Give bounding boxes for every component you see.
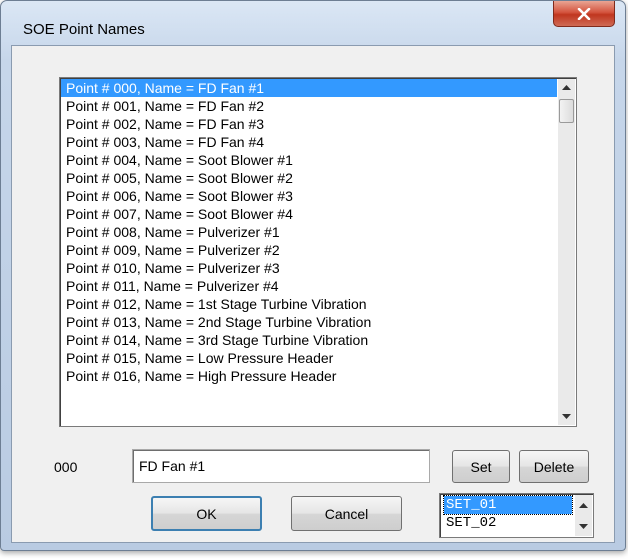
point-list-item[interactable]: Point # 012, Name = 1st Stage Turbine Vi… [61,295,557,313]
point-list-item[interactable]: Point # 005, Name = Soot Blower #2 [61,169,557,187]
set-list-item[interactable]: SET_01 [443,495,573,515]
point-name-input[interactable] [132,449,430,483]
point-list-item[interactable]: Point # 009, Name = Pulverizer #2 [61,241,557,259]
point-list-item[interactable]: Point # 011, Name = Pulverizer #4 [61,277,557,295]
point-list-item[interactable]: Point # 015, Name = Low Pressure Header [61,349,557,367]
delete-button[interactable]: Delete [519,450,589,483]
point-list-item[interactable]: Point # 006, Name = Soot Blower #3 [61,187,557,205]
sets-listbox[interactable]: SET_01 SET_02 [439,493,594,538]
window-title: SOE Point Names [23,21,145,38]
set-button[interactable]: Set [452,450,510,483]
scroll-down-arrow-icon [562,414,571,419]
points-scrollbar[interactable] [558,79,575,425]
points-listbox[interactable]: Point # 000, Name = FD Fan #1 Point # 001… [59,77,577,427]
point-list-item[interactable]: Point # 000, Name = FD Fan #1 [61,79,557,97]
sets-up-arrow-icon [579,502,588,508]
point-list-item[interactable]: Point # 007, Name = Soot Blower #4 [61,205,557,223]
point-list-item[interactable]: Point # 008, Name = Pulverizer #1 [61,223,557,241]
sets-scrollbar[interactable] [575,495,592,536]
sets-list-items: SET_01 SET_02 [443,495,573,532]
scroll-thumb[interactable] [559,99,574,123]
scroll-down-button[interactable] [558,408,575,425]
ok-button[interactable]: OK [151,496,262,531]
sets-scroll-down-button[interactable] [575,516,592,536]
point-index-label: 000 [54,459,78,475]
close-button[interactable] [553,1,615,27]
point-list-item[interactable]: Point # 003, Name = FD Fan #4 [61,133,557,151]
sets-scroll-up-button[interactable] [575,495,592,515]
cancel-button[interactable]: Cancel [291,496,402,531]
point-list-item[interactable]: Point # 001, Name = FD Fan #2 [61,97,557,115]
point-list-item[interactable]: Point # 002, Name = FD Fan #3 [61,115,557,133]
point-list-item[interactable]: Point # 014, Name = 3rd Stage Turbine Vi… [61,331,557,349]
title-bar[interactable]: SOE Point Names [1,1,625,45]
sets-down-arrow-icon [579,523,588,529]
soe-point-names-dialog: SOE Point Names Point # 000, Name = FD F… [0,0,626,551]
dialog-client-area: Point # 000, Name = FD Fan #1 Point # 001… [11,45,615,543]
scroll-up-arrow-icon [562,85,571,90]
point-list-item[interactable]: Point # 016, Name = High Pressure Header [61,367,557,385]
close-x-icon [577,7,591,20]
scroll-up-button[interactable] [558,79,575,96]
point-list-item[interactable]: Point # 013, Name = 2nd Stage Turbine Vi… [61,313,557,331]
point-list-item[interactable]: Point # 004, Name = Soot Blower #1 [61,151,557,169]
set-list-item[interactable]: SET_02 [444,514,572,532]
point-list-item[interactable]: Point # 010, Name = Pulverizer #3 [61,259,557,277]
points-list-items: Point # 000, Name = FD Fan #1 Point # 001… [61,79,557,385]
